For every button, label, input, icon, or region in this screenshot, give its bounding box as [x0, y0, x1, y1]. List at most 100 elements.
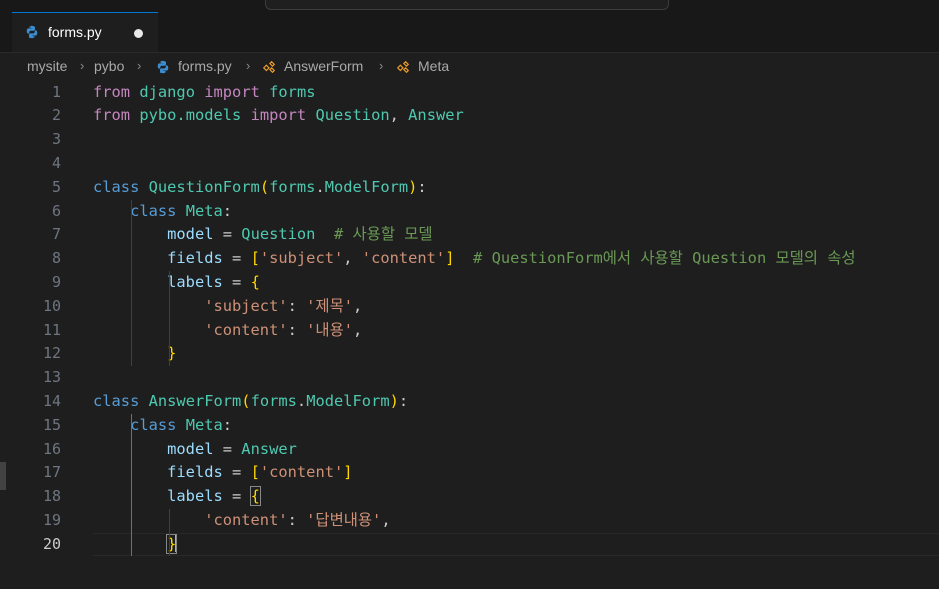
code-text: }: [93, 342, 176, 366]
code-token: # 사용할 모델: [333, 225, 433, 244]
code-token: django: [139, 82, 195, 101]
line-number[interactable]: 12: [0, 342, 61, 366]
code-line[interactable]: 13: [0, 366, 939, 390]
code-token: {: [249, 486, 261, 507]
code-line[interactable]: 8 fields = ['subject', 'content'] # Ques…: [0, 247, 939, 271]
line-number[interactable]: 10: [0, 295, 61, 319]
code-line[interactable]: 12 }: [0, 342, 939, 366]
code-line[interactable]: 19 'content': '답변내용',: [0, 509, 939, 533]
code-token: Answer: [241, 439, 297, 458]
line-number[interactable]: 19: [0, 509, 61, 533]
breadcrumb-meta[interactable]: Meta: [418, 58, 449, 74]
code-token: class: [93, 177, 140, 196]
code-token: :: [287, 510, 307, 529]
line-number[interactable]: 17: [0, 461, 61, 485]
code-token: ,: [353, 296, 363, 315]
code-token: :: [287, 296, 307, 315]
text-cursor: [175, 533, 177, 552]
code-token: fields: [167, 463, 223, 482]
line-number[interactable]: 20: [0, 533, 61, 557]
breadcrumb: mysite › pybo › forms.py › AnswerForm › …: [0, 56, 939, 80]
line-number[interactable]: 4: [0, 152, 61, 176]
code-text: model = Question # 사용할 모델: [93, 223, 433, 247]
code-token: ,: [353, 320, 363, 339]
editor-tab-bar: forms.py: [0, 12, 939, 53]
code-token: import: [204, 82, 260, 101]
unsaved-dot-icon[interactable]: [134, 29, 143, 38]
chevron-right-icon: ›: [379, 58, 384, 73]
line-number[interactable]: 2: [0, 104, 61, 128]
code-token: (: [259, 177, 270, 196]
code-token: class: [130, 415, 177, 434]
line-number[interactable]: 11: [0, 319, 61, 343]
code-line[interactable]: 15 class Meta:: [0, 414, 939, 438]
breadcrumb-mysite[interactable]: mysite: [27, 58, 67, 74]
current-line-highlight: [93, 532, 939, 556]
line-number[interactable]: 16: [0, 438, 61, 462]
code-line[interactable]: 11 'content': '내용',: [0, 319, 939, 343]
breadcrumb-answerform[interactable]: AnswerForm: [284, 58, 363, 74]
line-number[interactable]: 5: [0, 176, 61, 200]
line-number[interactable]: 8: [0, 247, 61, 271]
breadcrumb-forms-py[interactable]: forms.py: [178, 58, 232, 74]
code-token: from: [93, 106, 131, 125]
class-symbol-icon: [262, 60, 276, 74]
chevron-right-icon: ›: [137, 58, 142, 73]
code-line[interactable]: 3: [0, 128, 939, 152]
code-token: .: [315, 177, 325, 196]
command-center-search[interactable]: [265, 0, 669, 10]
line-number[interactable]: 6: [0, 200, 61, 224]
code-text: labels = {: [93, 485, 261, 509]
code-line[interactable]: 20 }: [0, 532, 939, 557]
line-number[interactable]: 14: [0, 390, 61, 414]
line-number[interactable]: 9: [0, 271, 61, 295]
code-text: from django import forms: [93, 81, 315, 105]
code-token: class: [130, 201, 177, 220]
code-token: :: [417, 177, 427, 196]
tab-forms-py[interactable]: forms.py: [12, 12, 158, 52]
line-number[interactable]: 3: [0, 128, 61, 152]
code-text: class QuestionForm(forms.ModelForm):: [93, 176, 427, 200]
code-token: :: [398, 391, 409, 410]
code-token: Question: [315, 106, 390, 125]
code-token: '답변내용': [306, 510, 382, 529]
code-token: from: [93, 82, 131, 101]
code-token: =: [222, 487, 251, 506]
code-line[interactable]: 4: [0, 152, 939, 176]
code-line[interactable]: 17 fields = ['content']: [0, 461, 939, 485]
line-number[interactable]: 7: [0, 223, 61, 247]
tab-label: forms.py: [48, 24, 102, 40]
code-line[interactable]: 10 'subject': '제목',: [0, 295, 939, 319]
code-line[interactable]: 7 model = Question # 사용할 모델: [0, 223, 939, 247]
breadcrumb-pybo[interactable]: pybo: [94, 58, 124, 74]
code-token: :: [222, 415, 233, 434]
line-number[interactable]: 18: [0, 485, 61, 509]
code-text: 'content': '내용',: [93, 319, 362, 343]
line-number[interactable]: 15: [0, 414, 61, 438]
python-file-icon: [157, 60, 169, 74]
code-line[interactable]: 1 from django import forms: [0, 81, 939, 105]
code-line[interactable]: 5 class QuestionForm(forms.ModelForm):: [0, 176, 939, 200]
code-editor[interactable]: 1 from django import forms 2 from pybo.mode…: [0, 80, 939, 589]
code-line[interactable]: 2 from pybo.models import Question, Answe…: [0, 104, 939, 128]
code-token: =: [213, 225, 242, 244]
code-line[interactable]: 9 labels = {: [0, 271, 939, 295]
line-number[interactable]: 13: [0, 366, 61, 390]
code-text: class Meta:: [93, 200, 232, 224]
code-token: ,: [343, 249, 362, 268]
code-line[interactable]: 6 class Meta:: [0, 200, 939, 224]
code-line[interactable]: 14 class AnswerForm(forms.ModelForm):: [0, 390, 939, 414]
code-line[interactable]: 16 model = Answer: [0, 438, 939, 462]
code-line[interactable]: 18 labels = {: [0, 485, 939, 509]
line-number[interactable]: 1: [0, 81, 61, 105]
code-text: labels = {: [93, 271, 260, 295]
code-token: :: [287, 320, 307, 339]
code-text: 'content': '답변내용',: [93, 509, 390, 533]
